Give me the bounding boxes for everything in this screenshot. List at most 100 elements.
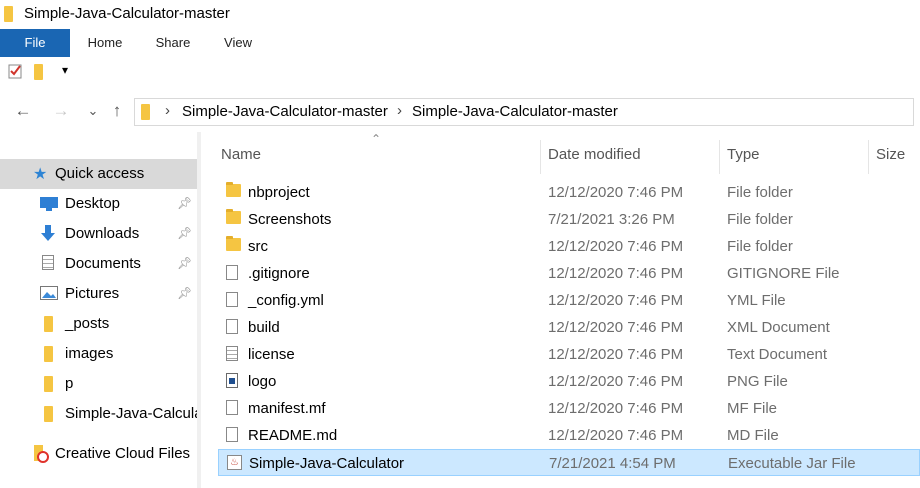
file-date: 12/12/2020 7:46 PM	[548, 427, 684, 444]
file-name: nbproject	[248, 184, 310, 201]
pin-icon[interactable]: 📌︎	[177, 256, 192, 270]
file-row[interactable]: src 12/12/2020 7:46 PM File folder	[218, 233, 920, 260]
image-file-icon	[226, 373, 238, 388]
sidebar-item-posts[interactable]: _posts	[0, 309, 197, 339]
star-icon: ★	[33, 166, 48, 183]
file-type: GITIGNORE File	[727, 265, 840, 282]
sidebar-item-p[interactable]: p	[0, 369, 197, 399]
quick-access-toolbar: ▾	[0, 57, 920, 87]
file-type: File folder	[727, 184, 793, 201]
documents-icon	[42, 255, 54, 270]
recent-locations-button[interactable]: ⌄	[82, 100, 104, 122]
file-date: 12/12/2020 7:46 PM	[548, 346, 684, 363]
breadcrumb-separator[interactable]: ›	[165, 102, 170, 119]
sidebar-item-desktop[interactable]: Desktop 📌︎	[0, 189, 197, 219]
file-date: 12/12/2020 7:46 PM	[548, 238, 684, 255]
pin-icon[interactable]: 📌︎	[177, 226, 192, 240]
sidebar-item-simple-java-calculator[interactable]: Simple-Java-Calcula	[0, 399, 197, 429]
sidebar-item-label: Desktop	[65, 195, 121, 212]
address-bar[interactable]: › Simple-Java-Calculator-master › Simple…	[134, 98, 914, 126]
sidebar-item-label: Downloads	[65, 225, 140, 242]
folder-icon	[226, 236, 241, 251]
file-row[interactable]: license 12/12/2020 7:46 PM Text Document	[218, 341, 920, 368]
file-date: 12/12/2020 7:46 PM	[548, 400, 684, 417]
navigation-bar: ← → ⌄ ↑ › Simple-Java-Calculator-master …	[0, 92, 920, 132]
tab-file[interactable]: File	[0, 29, 70, 57]
file-icon	[226, 265, 238, 280]
folder-icon	[44, 316, 53, 332]
breadcrumb-item[interactable]: Simple-Java-Calculator-master	[182, 103, 388, 120]
breadcrumb-item[interactable]: Simple-Java-Calculator-master	[412, 103, 618, 120]
sidebar-item-downloads[interactable]: Downloads 📌︎	[0, 219, 197, 249]
file-name: license	[248, 346, 295, 363]
column-header-name[interactable]: Name	[221, 146, 261, 163]
file-name: README.md	[248, 427, 338, 444]
column-header-size[interactable]: Size	[876, 146, 905, 163]
file-icon	[226, 319, 238, 334]
column-divider[interactable]	[868, 140, 869, 174]
properties-check-icon[interactable]	[8, 63, 22, 84]
file-row[interactable]: README.md 12/12/2020 7:46 PM MD File	[218, 422, 920, 449]
sidebar-item-pictures[interactable]: Pictures 📌︎	[0, 279, 197, 309]
column-header-date[interactable]: Date modified	[548, 146, 641, 163]
tab-home[interactable]: Home	[72, 29, 138, 57]
desktop-icon	[40, 197, 58, 216]
file-date: 7/21/2021 4:54 PM	[549, 455, 676, 472]
file-row-selected[interactable]: ♨ Simple-Java-Calculator 7/21/2021 4:54 …	[218, 449, 920, 476]
sidebar-item-documents[interactable]: Documents 📌︎	[0, 249, 197, 279]
sidebar-item-quick-access[interactable]: ★ Quick access	[0, 159, 197, 189]
sidebar-item-label: _posts	[65, 315, 110, 332]
column-header-type[interactable]: Type	[727, 146, 760, 163]
navigation-pane: ★ Quick access Desktop 📌︎ Downloads 📌︎ D…	[0, 132, 197, 488]
up-button[interactable]: ↑	[106, 100, 128, 122]
file-list: ⌃ Name Date modified Type Size nbproject…	[201, 132, 920, 488]
file-row[interactable]: build 12/12/2020 7:46 PM XML Document	[218, 314, 920, 341]
download-icon	[40, 225, 56, 247]
back-button[interactable]: ←	[12, 100, 34, 122]
file-date: 12/12/2020 7:46 PM	[548, 373, 684, 390]
tab-view[interactable]: View	[208, 29, 268, 57]
breadcrumb-separator[interactable]: ›	[397, 102, 402, 119]
file-type: YML File	[727, 292, 786, 309]
file-row[interactable]: .gitignore 12/12/2020 7:46 PM GITIGNORE …	[218, 260, 920, 287]
folder-icon	[141, 104, 150, 120]
jar-icon: ♨	[227, 455, 242, 470]
creative-cloud-icon	[32, 445, 52, 468]
tab-share[interactable]: Share	[141, 29, 205, 57]
title-bar: Simple-Java-Calculator-master	[0, 0, 920, 29]
customize-toolbar-dropdown[interactable]: ▾	[62, 63, 68, 77]
file-row[interactable]: nbproject 12/12/2020 7:46 PM File folder	[218, 179, 920, 206]
forward-button[interactable]: →	[50, 100, 72, 122]
file-row[interactable]: manifest.mf 12/12/2020 7:46 PM MF File	[218, 395, 920, 422]
file-row[interactable]: Screenshots 7/21/2021 3:26 PM File folde…	[218, 206, 920, 233]
pin-icon[interactable]: 📌︎	[177, 286, 192, 300]
file-name: manifest.mf	[248, 400, 326, 417]
pin-icon[interactable]: 📌︎	[177, 196, 192, 210]
sort-ascending-icon: ⌃	[371, 132, 382, 146]
file-row[interactable]: logo 12/12/2020 7:46 PM PNG File	[218, 368, 920, 395]
file-type: File folder	[727, 211, 793, 228]
column-divider[interactable]	[719, 140, 720, 174]
file-row[interactable]: _config.yml 12/12/2020 7:46 PM YML File	[218, 287, 920, 314]
file-date: 7/21/2021 3:26 PM	[548, 211, 675, 228]
sidebar-item-label: Pictures	[65, 285, 120, 302]
sidebar-item-label: Creative Cloud Files	[55, 445, 191, 462]
folder-icon	[44, 406, 53, 422]
new-folder-icon[interactable]	[34, 64, 43, 80]
sidebar-item-label: p	[65, 375, 74, 392]
sidebar-item-label: Simple-Java-Calcula	[65, 405, 197, 422]
file-icon	[226, 400, 238, 415]
file-name: Simple-Java-Calculator	[249, 455, 405, 472]
sidebar-item-label: Quick access	[55, 165, 145, 182]
file-icon	[226, 292, 238, 307]
folder-icon	[226, 182, 241, 197]
pictures-icon	[40, 286, 58, 305]
sidebar-item-label: images	[65, 345, 114, 362]
sidebar-item-label: Documents	[65, 255, 141, 272]
column-divider[interactable]	[540, 140, 541, 174]
file-date: 12/12/2020 7:46 PM	[548, 319, 684, 336]
sidebar-item-images[interactable]: images	[0, 339, 197, 369]
file-type: Executable Jar File	[728, 455, 856, 472]
file-type: MF File	[727, 400, 777, 417]
sidebar-item-creative-cloud-files[interactable]: Creative Cloud Files	[0, 439, 197, 469]
